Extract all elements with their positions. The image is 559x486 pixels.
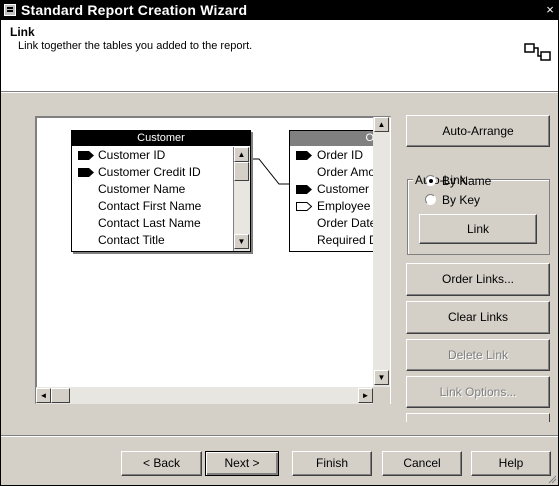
scroll-up-icon[interactable]: ▲ [374, 117, 389, 132]
cancel-button[interactable]: Cancel [382, 451, 462, 476]
scroll-left-icon[interactable]: ◄ [36, 388, 51, 403]
finish-button[interactable]: Finish [292, 451, 372, 476]
table-field[interactable]: Contact First Name [72, 198, 234, 215]
by-name-radio[interactable]: By Name [425, 174, 491, 188]
field-list: Order ID Order Amount Customer ID Employ… [290, 147, 384, 251]
footer-divider-highlight [1, 436, 558, 437]
canvas-horizontal-scrollbar[interactable]: ◄ ► [36, 387, 373, 404]
table-scrollbar[interactable]: ▲ ▼ [233, 147, 250, 251]
link-line[interactable] [249, 151, 294, 191]
order-links-button[interactable]: Order Links... [406, 263, 550, 296]
resize-grip-icon[interactable] [547, 474, 557, 484]
radio-selected-icon[interactable] [425, 175, 436, 186]
table-field[interactable]: Contact Last Name [72, 215, 234, 232]
table-field[interactable]: Employee ID [290, 198, 384, 215]
scroll-down-icon[interactable]: ▼ [234, 234, 249, 249]
canvas-vertical-scrollbar[interactable]: ▲ ▼ [373, 117, 390, 387]
scroll-corner [373, 387, 390, 404]
primary-key-icon [78, 151, 94, 160]
field-name: Contact Last Name [98, 216, 201, 230]
field-name: Order Date [317, 216, 377, 230]
field-list: Customer ID Customer Credit ID Customer … [72, 147, 234, 251]
page-subtitle: Link together the tables you added to th… [18, 40, 253, 52]
window-title: Standard Report Creation Wizard [21, 2, 248, 18]
scroll-up-icon[interactable]: ▲ [234, 147, 249, 162]
auto-arrange-button[interactable]: Auto-Arrange [406, 115, 550, 147]
help-button[interactable]: Help [471, 451, 551, 476]
customer-table[interactable]: Customer Customer ID Customer Credit ID … [71, 130, 251, 252]
link-tables-icon [524, 43, 551, 61]
field-name: Contact First Name [98, 199, 202, 213]
table-field[interactable]: Order Date [290, 215, 384, 232]
extra-button-edge [406, 413, 550, 422]
radio-unselected-icon[interactable] [425, 194, 436, 205]
table-field[interactable]: Customer ID [290, 181, 384, 198]
page-title: Link [10, 25, 35, 39]
close-icon[interactable]: × [542, 1, 558, 20]
by-key-radio[interactable]: By Key [425, 193, 480, 207]
scroll-thumb[interactable] [234, 162, 249, 181]
header-divider [1, 92, 558, 93]
by-name-label[interactable]: By Name [442, 174, 491, 188]
scroll-thumb[interactable] [51, 388, 70, 403]
table-field[interactable]: Customer ID [72, 147, 234, 164]
table-field[interactable]: Contact Title [72, 232, 234, 249]
scroll-right-icon[interactable]: ► [358, 388, 373, 403]
by-key-label[interactable]: By Key [442, 193, 480, 207]
wizard-header: Link Link together the tables you added … [1, 20, 558, 92]
field-name: Contact Title [98, 233, 165, 247]
field-name: Customer Credit ID [98, 165, 201, 179]
orders-table[interactable]: O Order ID Order Amount Customer ID Empl… [289, 130, 384, 252]
title-bar[interactable]: Standard Report Creation Wizard × [1, 1, 558, 20]
primary-key-icon [78, 168, 94, 177]
table-field[interactable]: Customer Credit ID [72, 164, 234, 181]
table-title[interactable]: O [290, 131, 384, 146]
field-name: Customer Name [98, 182, 186, 196]
foreign-key-icon [296, 202, 312, 211]
delete-link-button[interactable]: Delete Link [406, 339, 550, 371]
window-system-icon[interactable] [4, 4, 16, 16]
field-name: Order ID [317, 148, 364, 162]
primary-key-icon [296, 151, 312, 160]
table-field[interactable]: Order ID [290, 147, 384, 164]
table-field[interactable]: Customer Name [72, 181, 234, 198]
table-title[interactable]: Customer [72, 131, 250, 146]
clear-links-button[interactable]: Clear Links [406, 301, 550, 334]
table-field[interactable]: Order Amount [290, 164, 384, 181]
table-field[interactable]: Required Date [290, 232, 384, 249]
primary-key-icon [296, 185, 312, 194]
link-options-button[interactable]: Link Options... [406, 376, 550, 408]
wizard-window: Standard Report Creation Wizard × Link L… [0, 0, 559, 486]
scroll-down-icon[interactable]: ▼ [374, 370, 389, 385]
field-name: Customer ID [98, 148, 166, 162]
back-button[interactable]: < Back [121, 451, 202, 476]
link-button[interactable]: Link [419, 214, 537, 244]
next-button[interactable]: Next > [205, 451, 279, 476]
